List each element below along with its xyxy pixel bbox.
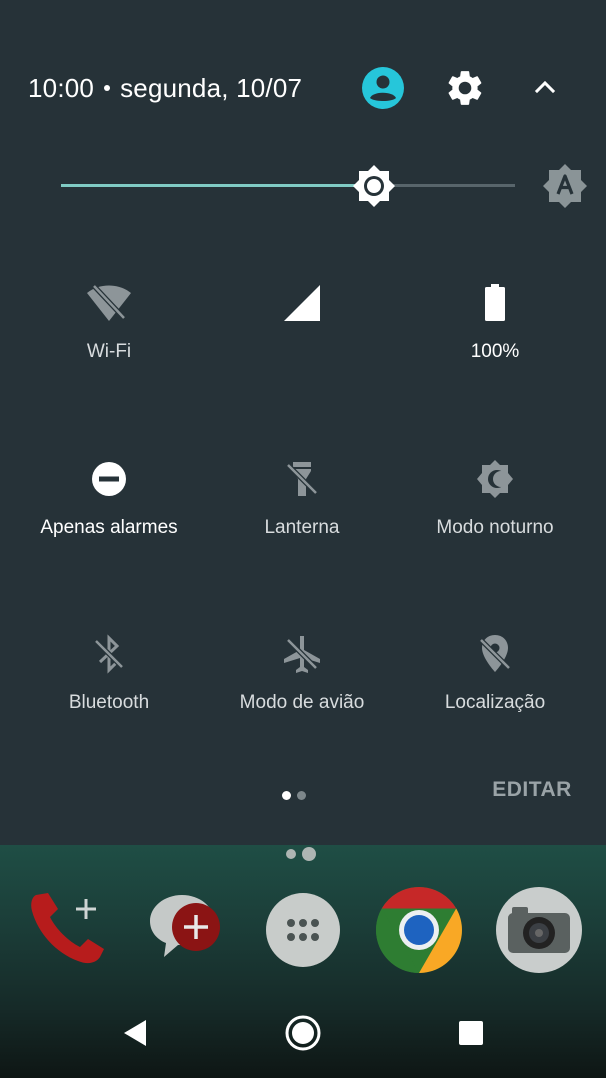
home-screen-background: [0, 845, 606, 1078]
qs-page-indicator: [282, 787, 312, 805]
brightness-fill: [61, 184, 375, 187]
page-dot: [302, 846, 316, 861]
recents-icon[interactable]: [448, 1010, 494, 1056]
flashlight-off-icon: [278, 455, 326, 503]
separator-dot: [104, 85, 111, 92]
date-text: segunda, 10/07: [120, 73, 303, 103]
app-drawer-icon[interactable]: [258, 885, 348, 975]
settings-gear-icon[interactable]: [444, 67, 486, 109]
tile-mobile-data[interactable]: [202, 279, 402, 399]
home-icon[interactable]: [280, 1010, 326, 1056]
phone-icon[interactable]: [22, 885, 112, 975]
tile-do-not-disturb[interactable]: Apenas alarmes: [9, 455, 209, 575]
messages-icon[interactable]: [142, 885, 232, 975]
wifi-off-icon: [85, 279, 133, 327]
tile-label: 100%: [470, 341, 520, 362]
tile-airplane-mode[interactable]: Modo de avião: [202, 630, 402, 750]
battery-icon: [471, 279, 519, 327]
edit-button[interactable]: EDITAR: [480, 774, 584, 806]
page-dot: [286, 848, 296, 859]
tile-label: Localização: [444, 692, 546, 713]
clock-text: 10:00: [28, 73, 95, 103]
tile-label: Lanterna: [264, 517, 340, 538]
auto-brightness-icon[interactable]: [541, 162, 589, 210]
brightness-slider[interactable]: [61, 184, 515, 187]
do-not-disturb-icon: [85, 455, 133, 503]
home-page-indicator: [286, 845, 322, 863]
tile-label: Bluetooth: [68, 692, 150, 713]
tile-location[interactable]: Localização: [395, 630, 595, 750]
chrome-icon[interactable]: [374, 885, 464, 975]
camera-icon[interactable]: [494, 885, 584, 975]
tile-night-mode[interactable]: Modo noturno: [395, 455, 595, 575]
tile-battery[interactable]: 100%: [395, 279, 595, 399]
airplane-off-icon: [278, 630, 326, 678]
page-dot: [297, 791, 306, 800]
brightness-thumb-icon[interactable]: [352, 164, 396, 208]
navigation-bar: [0, 988, 606, 1078]
tile-wifi[interactable]: Wi-Fi: [9, 279, 209, 399]
tile-label: Modo de avião: [239, 692, 365, 713]
header-datetime[interactable]: 10:00 segunda, 10/07: [28, 70, 302, 106]
collapse-chevron-up-icon[interactable]: [530, 72, 560, 102]
cell-signal-icon: [278, 279, 326, 327]
page-dot: [282, 791, 291, 800]
quick-settings-panel: 10:00 segunda, 10/07 Wi-Fi 100% Apenas a…: [0, 0, 606, 845]
tile-bluetooth[interactable]: Bluetooth: [9, 630, 209, 750]
user-icon[interactable]: [361, 66, 405, 110]
tile-label: Apenas alarmes: [40, 517, 178, 538]
back-icon[interactable]: [112, 1010, 158, 1056]
tile-flashlight[interactable]: Lanterna: [202, 455, 402, 575]
bluetooth-off-icon: [85, 630, 133, 678]
tile-label: Wi-Fi: [86, 341, 132, 362]
location-off-icon: [471, 630, 519, 678]
night-mode-icon: [471, 455, 519, 503]
tile-label: Modo noturno: [436, 517, 554, 538]
